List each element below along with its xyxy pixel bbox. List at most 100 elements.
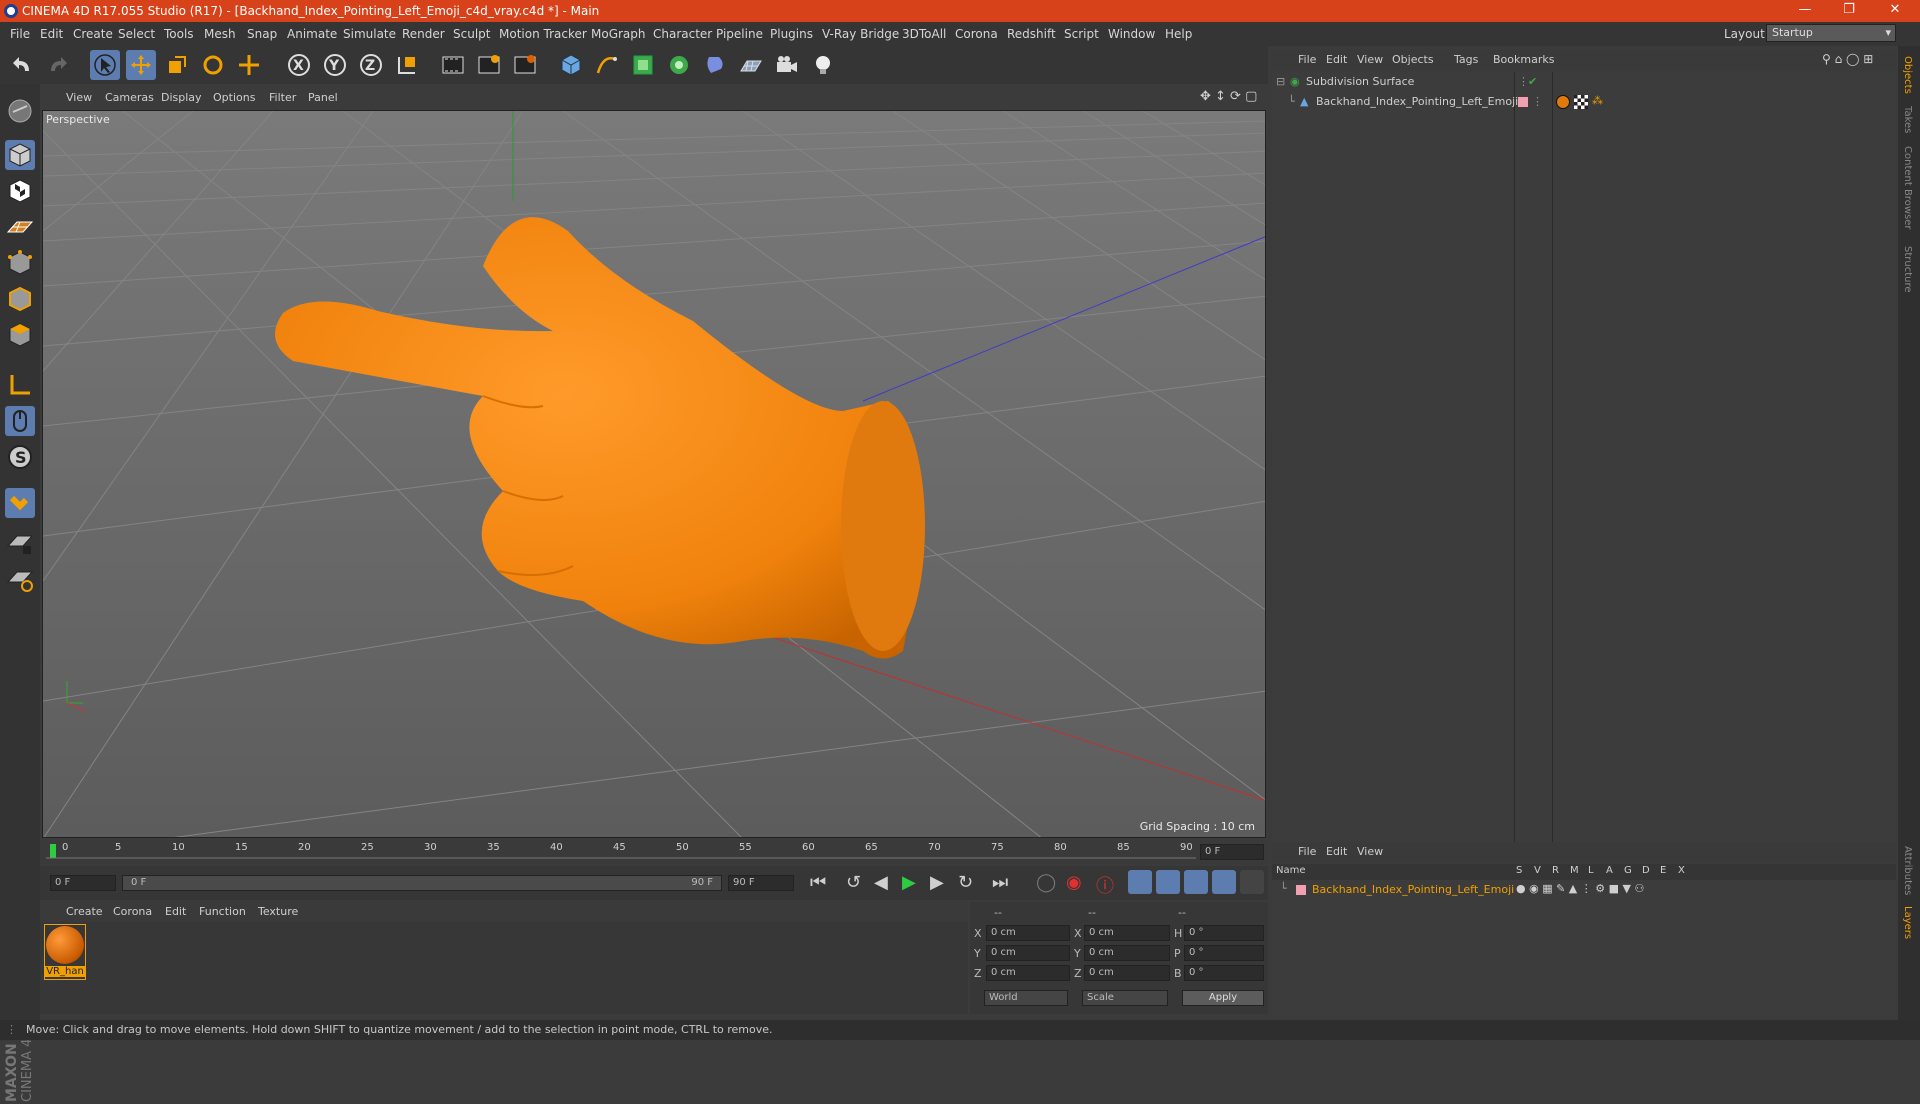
z-axis-button[interactable]: Z	[356, 50, 386, 80]
material-menu-corona[interactable]: Corona	[113, 905, 152, 918]
menu-help[interactable]: Help	[1165, 27, 1192, 41]
layer-col-x[interactable]: X	[1678, 865, 1685, 876]
play-icon[interactable]: ▶	[902, 872, 916, 893]
restore-icon[interactable]: ❐	[1834, 2, 1864, 20]
material-menu-edit[interactable]: Edit	[165, 905, 186, 918]
planar-workplane-button[interactable]	[5, 564, 35, 594]
tab-layers[interactable]: Layers	[1902, 906, 1913, 939]
go-to-start-icon[interactable]: ⏮	[810, 872, 826, 893]
viewport-menu-options[interactable]: Options	[213, 91, 255, 104]
close-icon[interactable]: ✕	[1880, 2, 1910, 20]
current-frame-field[interactable]: 0 F	[1200, 844, 1264, 860]
menu-motion-tracker[interactable]: Motion Tracker	[499, 27, 587, 41]
light-button[interactable]	[808, 50, 838, 80]
frame-range-slider[interactable]: 0 F 90 F	[122, 875, 722, 891]
menu-file[interactable]: File	[10, 27, 30, 41]
next-key-icon[interactable]: ↻	[958, 872, 973, 893]
menu-tools[interactable]: Tools	[164, 27, 194, 41]
deformer-button[interactable]	[700, 50, 730, 80]
make-editable-button[interactable]	[5, 96, 35, 126]
visibility-dots-icon[interactable]: ⋮	[1532, 95, 1543, 108]
material-menu-function[interactable]: Function	[199, 905, 246, 918]
scale-tool-button[interactable]	[162, 50, 192, 80]
layer-flag-icons[interactable]: ● ◉ ▦ ✎ ▲ ⋮ ⚙ ■ ▼ ⚇	[1516, 882, 1644, 895]
coord-space-dropdown[interactable]: World	[984, 990, 1068, 1006]
viewport-menu-view[interactable]: View	[66, 91, 92, 104]
axis-mode-button[interactable]	[5, 370, 35, 400]
locked-workplane-button[interactable]	[5, 528, 35, 558]
collapse-icon[interactable]: ⊟	[1276, 75, 1285, 88]
record-keyframe-icon[interactable]: ◯	[1036, 872, 1056, 893]
step-forward-icon[interactable]: ▶	[930, 872, 944, 893]
workplane-mode-button[interactable]	[5, 212, 35, 242]
model-mode-button[interactable]	[5, 140, 35, 170]
menu-snap[interactable]: Snap	[247, 27, 277, 41]
autokey-icon[interactable]: ◉	[1066, 872, 1082, 893]
layer-col-s[interactable]: S	[1516, 865, 1522, 876]
menu-pipeline[interactable]: Pipeline	[716, 27, 763, 41]
end-frame-field[interactable]: 90 F	[728, 875, 794, 891]
viewport-menu-cameras[interactable]: Cameras	[105, 91, 154, 104]
key-parameter-button[interactable]	[1212, 870, 1236, 894]
object-manager-nav-icons[interactable]: ⚲ ⌂ ◯ ⊞	[1822, 52, 1873, 66]
go-to-end-icon[interactable]: ⏭	[992, 872, 1008, 893]
key-rotation-button[interactable]	[1184, 870, 1208, 894]
menu-plugins[interactable]: Plugins	[770, 27, 813, 41]
object-menu-objects[interactable]: Objects	[1392, 53, 1434, 66]
viewport-menu-panel[interactable]: Panel	[308, 91, 338, 104]
y-axis-button[interactable]: Y	[320, 50, 350, 80]
layer-col-g[interactable]: G	[1624, 865, 1632, 876]
menu-character[interactable]: Character	[653, 27, 712, 41]
rotate-tool-button[interactable]	[198, 50, 228, 80]
key-scale-button[interactable]	[1156, 870, 1180, 894]
3d-viewport[interactable]: Perspective Grid Spacing : 10 cm	[42, 110, 1266, 838]
cloner-button[interactable]	[664, 50, 694, 80]
step-back-icon[interactable]: ◀	[874, 872, 888, 893]
menu-vray-bridge[interactable]: V-Ray Bridge	[822, 27, 899, 41]
material-menu-texture[interactable]: Texture	[258, 905, 298, 918]
coordinate-system-button[interactable]	[392, 50, 422, 80]
coord-y-size-field[interactable]: 0 cm	[1084, 945, 1170, 961]
tab-attributes[interactable]: Attributes	[1902, 846, 1913, 895]
object-menu-view[interactable]: View	[1357, 53, 1383, 66]
layer-col-m[interactable]: M	[1570, 865, 1579, 876]
menu-edit[interactable]: Edit	[40, 27, 63, 41]
layer-col-l[interactable]: L	[1588, 865, 1594, 876]
undo-button[interactable]	[8, 50, 38, 80]
coord-x-position-field[interactable]: 0 cm	[986, 925, 1070, 941]
floor-button[interactable]	[736, 50, 766, 80]
layout-dropdown[interactable]: Startup ▾	[1766, 24, 1896, 42]
layer-menu-edit[interactable]: Edit	[1326, 845, 1347, 858]
menu-mesh[interactable]: Mesh	[204, 27, 236, 41]
tab-structure[interactable]: Structure	[1902, 246, 1913, 293]
object-menu-bookmarks[interactable]: Bookmarks	[1493, 53, 1554, 66]
object-menu-tags[interactable]: Tags	[1454, 53, 1478, 66]
layer-row[interactable]: └ Backhand_Index_Pointing_Left_Emoji ● ◉…	[1272, 882, 1892, 898]
snapping-button[interactable]: S	[5, 442, 35, 472]
layer-menu-file[interactable]: File	[1298, 845, 1316, 858]
menu-animate[interactable]: Animate	[287, 27, 337, 41]
coord-mode-dropdown[interactable]: Scale	[1082, 990, 1168, 1006]
layer-col-v[interactable]: V	[1534, 865, 1541, 876]
camera-button[interactable]	[772, 50, 802, 80]
menu-mograph[interactable]: MoGraph	[591, 27, 646, 41]
menu-window[interactable]: Window	[1108, 27, 1155, 41]
key-position-button[interactable]	[1128, 870, 1152, 894]
coord-y-position-field[interactable]: 0 cm	[986, 945, 1070, 961]
layer-col-r[interactable]: R	[1552, 865, 1559, 876]
cube-object-button[interactable]	[556, 50, 586, 80]
material-menu-create[interactable]: Create	[66, 905, 103, 918]
texture-tag-icon[interactable]	[1574, 95, 1588, 109]
object-menu-file[interactable]: File	[1298, 53, 1316, 66]
layer-col-e[interactable]: E	[1660, 865, 1666, 876]
previous-key-icon[interactable]: ↺	[846, 872, 861, 893]
viewport-camera-label[interactable]: Perspective	[46, 113, 110, 126]
tab-takes[interactable]: Takes	[1902, 106, 1913, 133]
coord-x-size-field[interactable]: 0 cm	[1084, 925, 1170, 941]
tab-objects[interactable]: Objects	[1902, 56, 1913, 94]
tweak-mode-button[interactable]	[5, 406, 35, 436]
coord-p-rotation-field[interactable]: 0 °	[1184, 945, 1264, 961]
tab-content-browser[interactable]: Content Browser	[1902, 146, 1913, 229]
texture-mode-button[interactable]	[5, 176, 35, 206]
select-tool-button[interactable]	[90, 50, 120, 80]
